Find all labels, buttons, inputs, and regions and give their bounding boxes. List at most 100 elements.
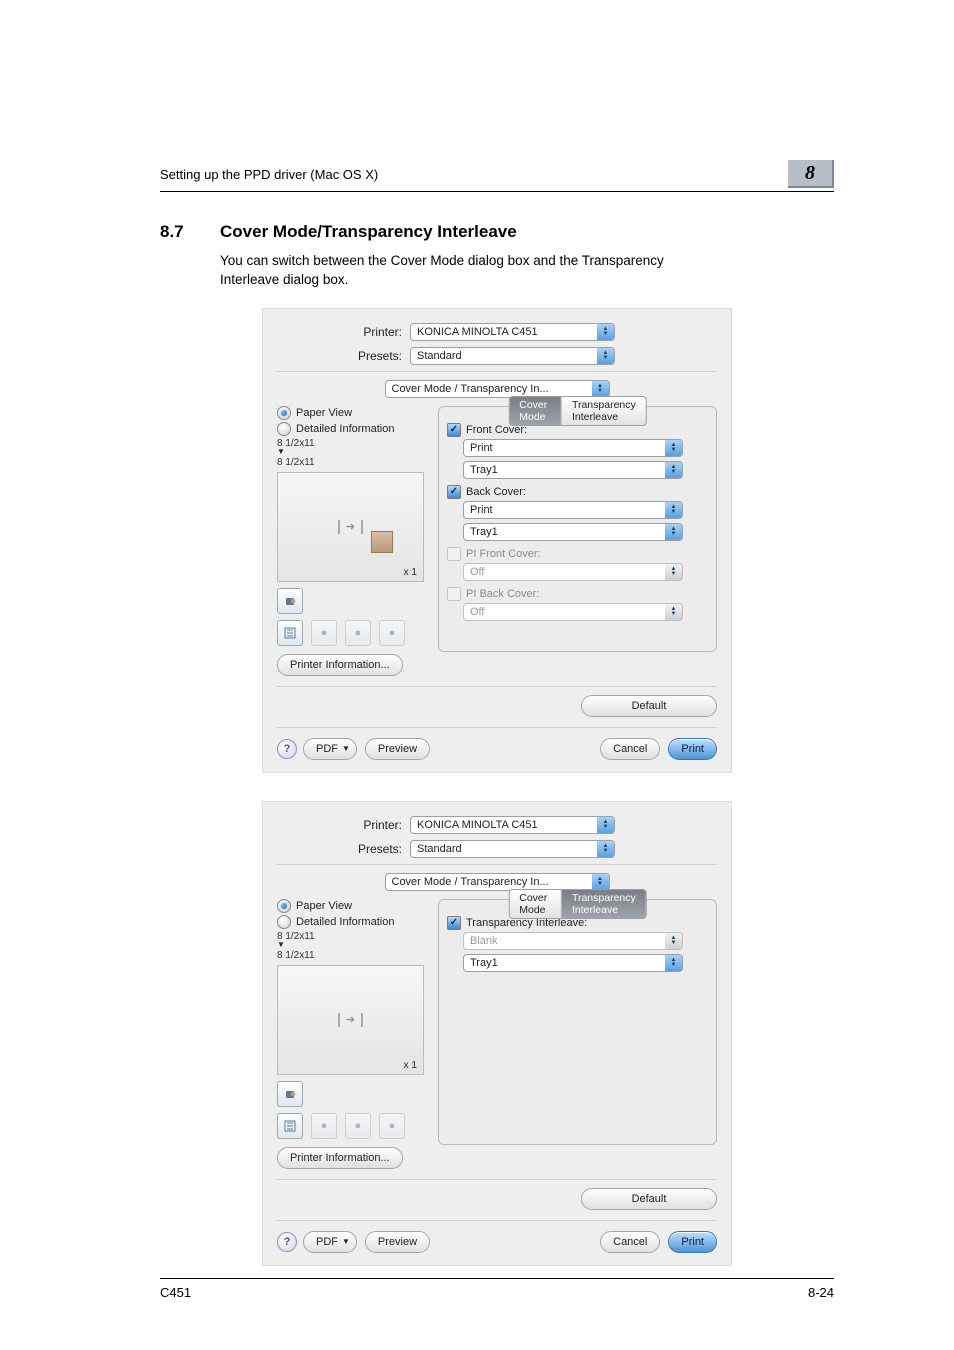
ghost-icon-1: ● bbox=[311, 620, 337, 646]
back-cover-checkbox[interactable]: ✓ bbox=[447, 485, 461, 499]
print-button[interactable]: Print bbox=[668, 1231, 717, 1253]
paper-size-top: 8 1/2x11 bbox=[277, 931, 432, 942]
presets-select[interactable]: Standard ▲▼ bbox=[410, 347, 615, 365]
stepper-icon: ▲▼ bbox=[597, 324, 614, 340]
front-cover-mode-value: Print bbox=[470, 442, 493, 454]
preview-count: x 1 bbox=[404, 567, 417, 578]
back-cover-tray-value: Tray1 bbox=[470, 526, 498, 538]
arrow-icon: ➜ bbox=[346, 1013, 355, 1026]
stepper-icon: ▲▼ bbox=[665, 502, 682, 518]
default-button[interactable]: Default bbox=[581, 1188, 717, 1210]
lock-icon[interactable] bbox=[277, 588, 303, 614]
help-icon[interactable]: ? bbox=[277, 739, 297, 759]
pi-front-cover-select: Off ▲▼ bbox=[463, 563, 683, 581]
presets-select[interactable]: Standard ▲▼ bbox=[410, 840, 615, 858]
printer-value: KONICA MINOLTA C451 bbox=[417, 326, 538, 338]
stepper-icon: ▲▼ bbox=[597, 817, 614, 833]
paper-view-radio[interactable] bbox=[277, 899, 291, 913]
output-icon[interactable] bbox=[277, 620, 303, 646]
body-text-line1: You can switch between the Cover Mode di… bbox=[220, 253, 664, 268]
detailed-info-radio[interactable] bbox=[277, 915, 291, 929]
paper-view-label: Paper View bbox=[296, 407, 352, 419]
ghost-icon-3: ● bbox=[379, 1113, 405, 1139]
cancel-button[interactable]: Cancel bbox=[600, 738, 660, 760]
footer-page-number: 8-24 bbox=[808, 1285, 834, 1300]
pi-back-cover-label: PI Back Cover: bbox=[466, 588, 539, 600]
stepper-icon: ▲▼ bbox=[665, 462, 682, 478]
pi-front-cover-checkbox bbox=[447, 547, 461, 561]
interleave-mode-value: Blank bbox=[470, 935, 498, 947]
cancel-button[interactable]: Cancel bbox=[600, 1231, 660, 1253]
footer-model: C451 bbox=[160, 1285, 191, 1300]
chevron-down-icon: ▼ bbox=[342, 744, 350, 753]
ghost-icon-2: ● bbox=[345, 620, 371, 646]
printer-select[interactable]: KONICA MINOLTA C451 ▲▼ bbox=[410, 323, 615, 341]
printer-label: Printer: bbox=[277, 818, 410, 832]
stepper-icon: ▲▼ bbox=[592, 381, 609, 397]
pane-value: Cover Mode / Transparency In... bbox=[392, 383, 549, 395]
front-cover-mode-select[interactable]: Print ▲▼ bbox=[463, 439, 683, 457]
back-cover-label: Back Cover: bbox=[466, 486, 526, 498]
detailed-info-radio[interactable] bbox=[277, 422, 291, 436]
presets-value: Standard bbox=[417, 843, 462, 855]
stepper-icon: ▲▼ bbox=[665, 524, 682, 540]
chapter-number-box: 8 bbox=[788, 160, 834, 188]
lock-icon[interactable] bbox=[277, 1081, 303, 1107]
ghost-icon-2: ● bbox=[345, 1113, 371, 1139]
detailed-info-label: Detailed Information bbox=[296, 916, 394, 928]
paper-preview: ➜ x 1 bbox=[277, 472, 424, 582]
paper-preview: ➜ x 1 bbox=[277, 965, 424, 1075]
pdf-button[interactable]: PDF ▼ bbox=[303, 1231, 357, 1253]
default-button[interactable]: Default bbox=[581, 695, 717, 717]
tab-transparency-interleave[interactable]: Transparency Interleave bbox=[562, 397, 646, 425]
help-icon[interactable]: ? bbox=[277, 1232, 297, 1252]
pdf-button-label: PDF bbox=[316, 743, 338, 755]
pi-front-cover-label: PI Front Cover: bbox=[466, 548, 541, 560]
printer-information-button[interactable]: Printer Information... bbox=[277, 654, 403, 676]
body-text-line2: Interleave dialog box. bbox=[220, 272, 348, 287]
pdf-button[interactable]: PDF ▼ bbox=[303, 738, 357, 760]
stepper-icon: ▲▼ bbox=[665, 440, 682, 456]
running-header: Setting up the PPD driver (Mac OS X) bbox=[160, 167, 378, 182]
front-cover-tray-select[interactable]: Tray1▲▼ bbox=[463, 461, 683, 479]
pi-front-cover-value: Off bbox=[470, 566, 484, 578]
presets-label: Presets: bbox=[277, 349, 410, 363]
stepper-icon: ▲▼ bbox=[597, 348, 614, 364]
section-title: Cover Mode/Transparency Interleave bbox=[220, 222, 517, 242]
interleave-tray-select[interactable]: Tray1▲▼ bbox=[463, 954, 683, 972]
cover-transparency-tab-pane: Cover Mode Transparency Interleave ✓ Tra… bbox=[438, 899, 717, 1145]
stepper-icon: ▲▼ bbox=[597, 841, 614, 857]
printer-label: Printer: bbox=[277, 325, 410, 339]
arrow-icon: ➜ bbox=[346, 520, 355, 533]
paper-view-label: Paper View bbox=[296, 900, 352, 912]
stepper-icon: ▲▼ bbox=[665, 564, 682, 580]
pdf-button-label: PDF bbox=[316, 1236, 338, 1248]
interleave-mode-select: Blank ▲▼ bbox=[463, 932, 683, 950]
pi-back-cover-select: Off ▲▼ bbox=[463, 603, 683, 621]
stepper-icon: ▲▼ bbox=[665, 933, 682, 949]
stepper-icon: ▲▼ bbox=[665, 604, 682, 620]
preview-button[interactable]: Preview bbox=[365, 738, 430, 760]
section-number: 8.7 bbox=[160, 222, 220, 242]
chevron-down-icon: ▼ bbox=[342, 1237, 350, 1246]
print-button[interactable]: Print bbox=[668, 738, 717, 760]
preview-button[interactable]: Preview bbox=[365, 1231, 430, 1253]
output-icon[interactable] bbox=[277, 1113, 303, 1139]
printer-information-button[interactable]: Printer Information... bbox=[277, 1147, 403, 1169]
back-cover-mode-select[interactable]: Print▲▼ bbox=[463, 501, 683, 519]
tab-transparency-interleave[interactable]: Transparency Interleave bbox=[562, 890, 646, 918]
detailed-info-label: Detailed Information bbox=[296, 423, 394, 435]
tab-cover-mode[interactable]: Cover Mode bbox=[509, 890, 562, 918]
tab-cover-mode[interactable]: Cover Mode bbox=[509, 397, 562, 425]
paper-size-bottom: 8 1/2x11 bbox=[277, 457, 432, 468]
front-cover-checkbox[interactable]: ✓ bbox=[447, 423, 461, 437]
paper-size-bottom: 8 1/2x11 bbox=[277, 950, 432, 961]
pi-back-cover-checkbox bbox=[447, 587, 461, 601]
back-cover-tray-select[interactable]: Tray1 ▲▼ bbox=[463, 523, 683, 541]
printer-select[interactable]: KONICA MINOLTA C451 ▲▼ bbox=[410, 816, 615, 834]
print-dialog-transparency: Printer: KONICA MINOLTA C451 ▲▼ Presets:… bbox=[262, 801, 732, 1266]
paper-view-radio[interactable] bbox=[277, 406, 291, 420]
transparency-interleave-checkbox[interactable]: ✓ bbox=[447, 916, 461, 930]
presets-value: Standard bbox=[417, 350, 462, 362]
pi-back-cover-value: Off bbox=[470, 606, 484, 618]
